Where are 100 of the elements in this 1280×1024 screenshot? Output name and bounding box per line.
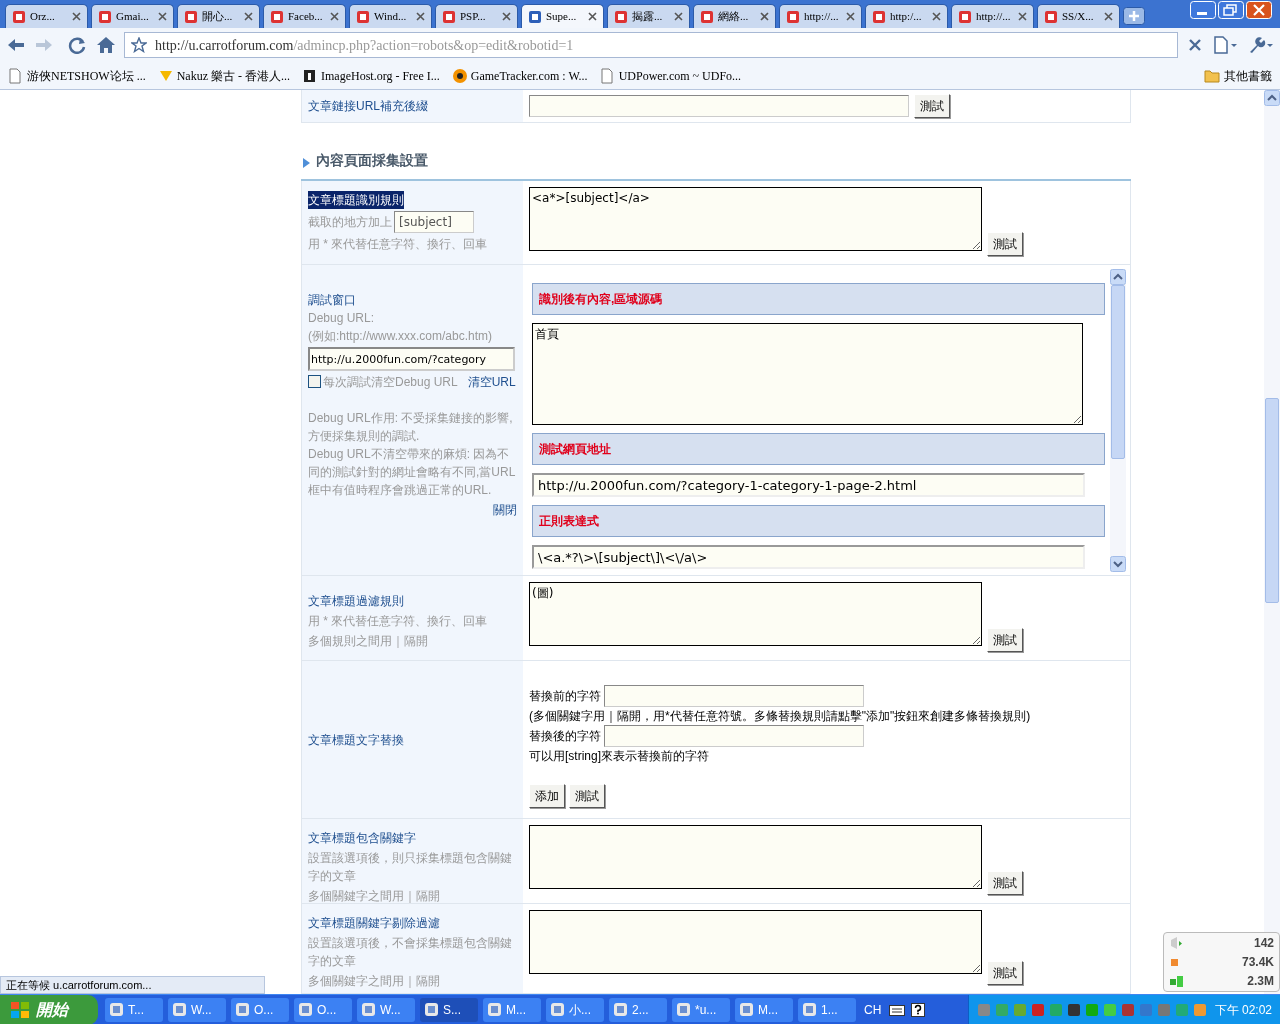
start-button[interactable]: 開始 [0,994,98,1024]
close-icon[interactable] [330,12,339,21]
browser-tab[interactable]: SS/X... [1037,4,1120,28]
taskbar-button[interactable]: O... [294,997,352,1022]
browser-tab[interactable]: 揭露... [607,4,690,28]
scroll-up-icon[interactable] [1264,90,1280,106]
page-icon[interactable] [786,9,800,24]
browser-tab[interactable]: Orz... [5,4,88,28]
app-icon[interactable] [739,1002,754,1017]
bookmark[interactable]: ImageHost.org - Free I... [302,66,440,85]
app-icon[interactable] [235,1002,250,1017]
close-icon[interactable] [158,12,167,21]
checkbox[interactable] [308,375,321,388]
close-link[interactable]: 關閉 [493,501,517,519]
text-area[interactable]: <a*>[subject]</a> [529,187,982,251]
taskbar-button[interactable]: M... [735,997,793,1022]
add-button[interactable]: 添加 [529,784,565,808]
browser-tab[interactable]: Wind... [349,4,432,28]
page-icon[interactable] [270,9,284,24]
app-icon[interactable] [298,1002,313,1017]
page-icon[interactable] [442,9,456,24]
browser-tab[interactable]: 開心... [177,4,260,28]
page-icon[interactable] [356,9,370,24]
scroll-thumb[interactable] [1111,285,1125,459]
test-button[interactable]: 測試 [987,628,1023,652]
page-icon[interactable] [528,9,542,24]
close-icon[interactable] [502,12,511,21]
close-icon[interactable] [72,12,81,21]
page-icon[interactable] [98,9,112,24]
browser-tab[interactable]: Faceb... [263,4,346,28]
browser-tab[interactable]: http://... [779,4,862,28]
app-icon[interactable] [802,1002,817,1017]
clear-url-link[interactable]: 清空URL [467,375,516,389]
meter-icon[interactable] [1169,975,1184,988]
star-icon[interactable] [131,37,147,53]
close-icon[interactable] [244,12,253,21]
scroll-up-icon[interactable] [1110,269,1126,285]
close-icon[interactable] [416,12,425,21]
back-icon[interactable] [6,36,26,54]
app-icon[interactable] [361,1002,376,1017]
app-icon[interactable] [550,1002,565,1017]
minimize-icon[interactable] [1190,1,1216,19]
site-icon[interactable] [451,67,467,84]
app-icon[interactable] [613,1002,628,1017]
keyboard-icon[interactable] [889,1002,906,1017]
restore-icon[interactable] [1218,1,1244,19]
taskbar-button[interactable]: S... [420,997,478,1022]
bookmark[interactable]: GameTracker.com : W... [451,66,588,85]
close-icon[interactable] [760,12,769,21]
page-icon[interactable] [8,67,23,84]
app-icon[interactable] [676,1002,691,1017]
scrollbar[interactable] [1110,269,1126,572]
taskbar-button[interactable]: 1... [798,997,856,1022]
page-icon[interactable] [1044,9,1058,24]
site-icon[interactable] [302,67,317,84]
app-icon[interactable] [172,1002,187,1017]
taskbar-button[interactable]: O... [231,997,289,1022]
taskbar-button[interactable]: W... [168,997,226,1022]
test-button[interactable]: 測試 [987,961,1023,985]
input-field[interactable] [529,95,909,117]
taskbar-button[interactable]: T... [105,997,163,1022]
browser-tab[interactable]: 網絡... [693,4,776,28]
app-icon[interactable] [109,1002,124,1017]
test-button[interactable]: 測試 [914,94,950,118]
input-field[interactable]: \<a.*?\>\[subject\]\<\/a\> [532,545,1085,569]
app-icon[interactable] [424,1002,439,1017]
help-icon[interactable] [911,1002,926,1017]
browser-tab[interactable]: Supe... [521,4,604,28]
text-area[interactable]: (圖) [529,582,982,646]
input-field[interactable] [604,725,864,747]
taskbar-button[interactable]: M... [483,997,541,1022]
language-indicator[interactable]: CH [864,1000,882,1019]
page-icon[interactable] [958,9,972,24]
test-button[interactable]: 測試 [987,232,1023,256]
close-icon[interactable] [1104,12,1113,21]
bookmark[interactable]: Nakuz 樂古 - 香港人... [157,66,290,85]
tray-icon[interactable] [1067,1002,1081,1017]
url-field[interactable]: http://u.2000fun.com/?category [308,347,515,371]
address-bar[interactable]: http://u.carrotforum.com/admincp.php?action=robots&op=edit&robotid=1 [124,32,1178,58]
triangle-icon[interactable] [303,158,310,168]
page-menu-icon[interactable] [1212,36,1238,54]
close-icon[interactable] [674,12,683,21]
close-icon[interactable] [588,12,597,21]
close-icon[interactable] [932,12,941,21]
page-icon[interactable] [12,9,26,24]
text-area[interactable] [529,825,982,889]
input-field[interactable] [604,685,864,707]
taskbar-button[interactable]: *u... [672,997,730,1022]
reload-icon[interactable] [68,36,88,54]
close-icon[interactable] [1018,12,1027,21]
page-icon[interactable] [872,9,886,24]
new-tab-icon[interactable] [1123,7,1145,25]
input-field[interactable]: http://u.2000fun.com/?category-1-category-1-page-2.html [532,473,1085,497]
browser-tab[interactable]: http:/... [865,4,948,28]
home-icon[interactable] [96,36,116,54]
taskbar-button[interactable]: 小... [546,997,604,1022]
browser-tab[interactable]: PSP... [435,4,518,28]
test-button[interactable]: 測試 [987,871,1023,895]
app-icon[interactable] [487,1002,502,1017]
input-field[interactable]: [subject] [394,211,474,233]
